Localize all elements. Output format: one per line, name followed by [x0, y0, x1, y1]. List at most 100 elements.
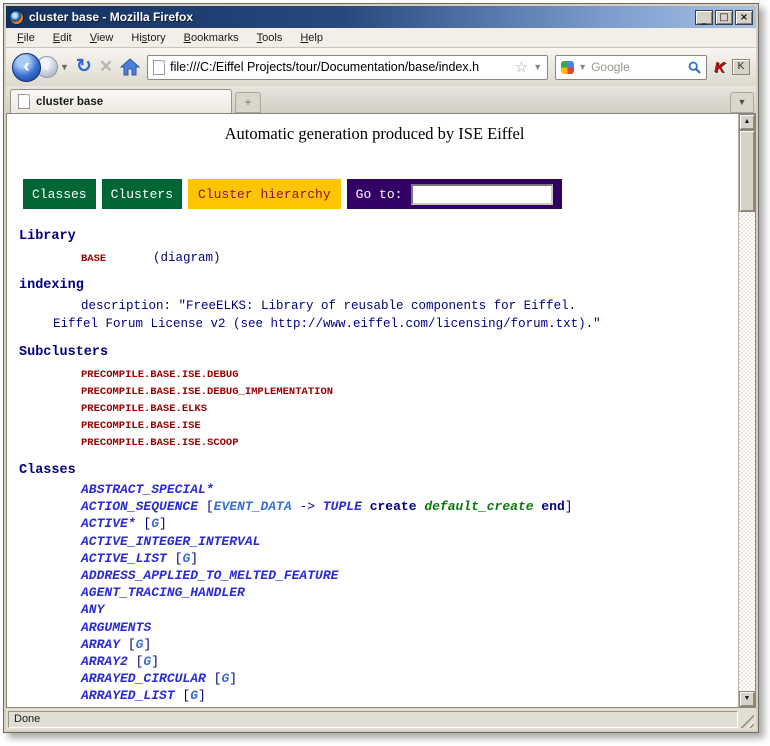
goto-box: Go to: [347, 179, 563, 209]
search-box[interactable]: ▼ [555, 55, 707, 80]
class-link[interactable]: ACTIVE_INTEGER_INTERVAL [81, 534, 260, 549]
k-toolbar-button[interactable]: K [732, 59, 750, 75]
class-entry: ACTIVE_INTEGER_INTERVAL [81, 533, 730, 550]
class-link[interactable]: ABSTRACT_SPECIAL* [81, 482, 214, 497]
class-entry: ARRAYED_LIST [G] [81, 687, 730, 704]
indexing-description-line2: Eiffel Forum License v2 (see http://www.… [53, 317, 730, 331]
scrollbar-thumb[interactable] [739, 130, 755, 212]
indexing-description-line1: description: "FreeELKS: Library of reusa… [81, 299, 730, 313]
page-content: Automatic generation produced by ISE Eif… [7, 114, 738, 707]
tab-bar: cluster base + ▼ [6, 86, 756, 113]
firefox-icon [9, 10, 24, 25]
feature-link[interactable]: default_create [424, 499, 533, 514]
menu-file[interactable]: File [8, 29, 44, 47]
class-entry: ARGUMENTS [81, 619, 730, 636]
address-input[interactable] [170, 60, 510, 74]
library-name-link[interactable]: BASE [81, 253, 153, 265]
resize-grip[interactable] [740, 714, 754, 728]
class-link[interactable]: ARRAY2 [81, 654, 128, 669]
goto-label: Go to: [356, 187, 403, 202]
class-entry: ADDRESS_APPLIED_TO_MELTED_FEATURE [81, 567, 730, 584]
window-title: cluster base - Mozilla Firefox [29, 10, 695, 24]
vertical-scrollbar[interactable]: ▲ ▼ [738, 114, 755, 707]
page-favicon [153, 60, 165, 75]
class-entry: ARRAYED_CIRCULAR [G] [81, 670, 730, 687]
scroll-down-button[interactable]: ▼ [739, 691, 755, 707]
cluster-hierarchy-button[interactable]: Cluster hierarchy [188, 179, 341, 209]
doc-nav-row: Classes Clusters Cluster hierarchy Go to… [23, 179, 730, 209]
class-entry: ACTION_SEQUENCE [EVENT_DATA -> TUPLE cre… [81, 498, 730, 515]
address-bar[interactable]: ☆ ▼ [147, 55, 548, 80]
minimize-button[interactable]: _ [695, 10, 713, 25]
navigation-toolbar: ‹ › ▼ ↻ ✕ ☆ ▼ ▼ K K [6, 48, 756, 86]
class-entry: ABSTRACT_SPECIAL* [81, 481, 730, 498]
search-icon[interactable] [688, 61, 701, 74]
menu-view[interactable]: View [81, 29, 123, 47]
class-link[interactable]: ARRAYED_LIST_CURSOR [81, 705, 229, 707]
class-entry: AGENT_TRACING_HANDLER [81, 584, 730, 601]
scrollbar-track[interactable] [739, 212, 755, 691]
class-entry: ARRAY2 [G] [81, 653, 730, 670]
history-dropdown-icon[interactable]: ▼ [60, 62, 69, 72]
scroll-up-button[interactable]: ▲ [739, 114, 755, 130]
generic-param-link[interactable]: EVENT_DATA [214, 499, 292, 514]
search-input[interactable] [591, 60, 684, 74]
class-entry: ANY [81, 601, 730, 618]
class-link[interactable]: ACTIVE* [81, 516, 136, 531]
title-bar[interactable]: cluster base - Mozilla Firefox _ □ × [6, 6, 756, 28]
subcluster-link[interactable]: PRECOMPILE.BASE.ISE.DEBUG_IMPLEMENTATION [81, 384, 730, 401]
status-bar: Done [6, 708, 756, 730]
subclusters-list: PRECOMPILE.BASE.ISE.DEBUGPRECOMPILE.BASE… [19, 367, 730, 452]
bookmark-star-icon[interactable]: ☆ [515, 58, 528, 76]
page-banner: Automatic generation produced by ISE Eif… [19, 124, 730, 144]
goto-input[interactable] [411, 184, 553, 205]
list-all-tabs-button[interactable]: ▼ [730, 92, 754, 113]
back-button[interactable]: ‹ [12, 53, 41, 82]
class-link[interactable]: ACTIVE_LIST [81, 551, 167, 566]
class-link[interactable]: ARRAY [81, 637, 120, 652]
classes-heading: Classes [19, 463, 730, 478]
menu-tools[interactable]: Tools [248, 29, 292, 47]
class-link[interactable]: AGENT_TRACING_HANDLER [81, 585, 245, 600]
menu-help[interactable]: Help [291, 29, 332, 47]
subcluster-link[interactable]: PRECOMPILE.BASE.ISE.DEBUG [81, 367, 730, 384]
class-link[interactable]: TUPLE [323, 499, 362, 514]
classes-list: ABSTRACT_SPECIAL*ACTION_SEQUENCE [EVENT_… [19, 481, 730, 707]
generic-param-link[interactable]: G [190, 688, 198, 703]
stop-button[interactable]: ✕ [99, 57, 113, 77]
generic-param-link[interactable]: G [151, 516, 159, 531]
maximize-button[interactable]: □ [715, 10, 733, 25]
close-button[interactable]: × [735, 10, 753, 25]
home-icon [120, 58, 140, 76]
tab-cluster-base[interactable]: cluster base [10, 89, 232, 113]
subclusters-heading: Subclusters [19, 345, 730, 360]
new-tab-button[interactable]: + [235, 92, 261, 113]
class-link[interactable]: ARGUMENTS [81, 620, 151, 635]
firefox-window: cluster base - Mozilla Firefox _ □ × Fil… [3, 3, 759, 733]
library-entry: BASE (diagram) [81, 251, 730, 265]
class-link[interactable]: ACTION_SEQUENCE [81, 499, 198, 514]
class-link[interactable]: ANY [81, 602, 104, 617]
classes-button[interactable]: Classes [23, 179, 96, 209]
subcluster-link[interactable]: PRECOMPILE.BASE.ISE.SCOOP [81, 435, 730, 452]
tab-page-icon [18, 94, 30, 109]
class-link[interactable]: ARRAYED_CIRCULAR [81, 671, 206, 686]
menu-edit[interactable]: Edit [44, 29, 81, 47]
class-link[interactable]: ARRAYED_LIST [81, 688, 175, 703]
address-dropdown-icon[interactable]: ▼ [533, 62, 542, 72]
reload-button[interactable]: ↻ [76, 57, 92, 77]
library-diagram-link[interactable]: (diagram) [153, 251, 221, 265]
menu-bar: FileEditViewHistoryBookmarksToolsHelp [6, 28, 756, 48]
menu-history[interactable]: History [122, 29, 174, 47]
subcluster-link[interactable]: PRECOMPILE.BASE.ISE [81, 418, 730, 435]
menu-bookmarks[interactable]: Bookmarks [175, 29, 248, 47]
clusters-button[interactable]: Clusters [102, 179, 182, 209]
library-heading: Library [19, 229, 730, 244]
subcluster-link[interactable]: PRECOMPILE.BASE.ELKS [81, 401, 730, 418]
home-button[interactable] [120, 58, 140, 76]
class-link[interactable]: ADDRESS_APPLIED_TO_MELTED_FEATURE [81, 568, 338, 583]
kaspersky-icon[interactable]: K [714, 59, 725, 76]
engine-dropdown-icon[interactable]: ▼ [578, 62, 587, 72]
class-entry: ACTIVE_LIST [G] [81, 550, 730, 567]
google-engine-icon [561, 61, 574, 74]
